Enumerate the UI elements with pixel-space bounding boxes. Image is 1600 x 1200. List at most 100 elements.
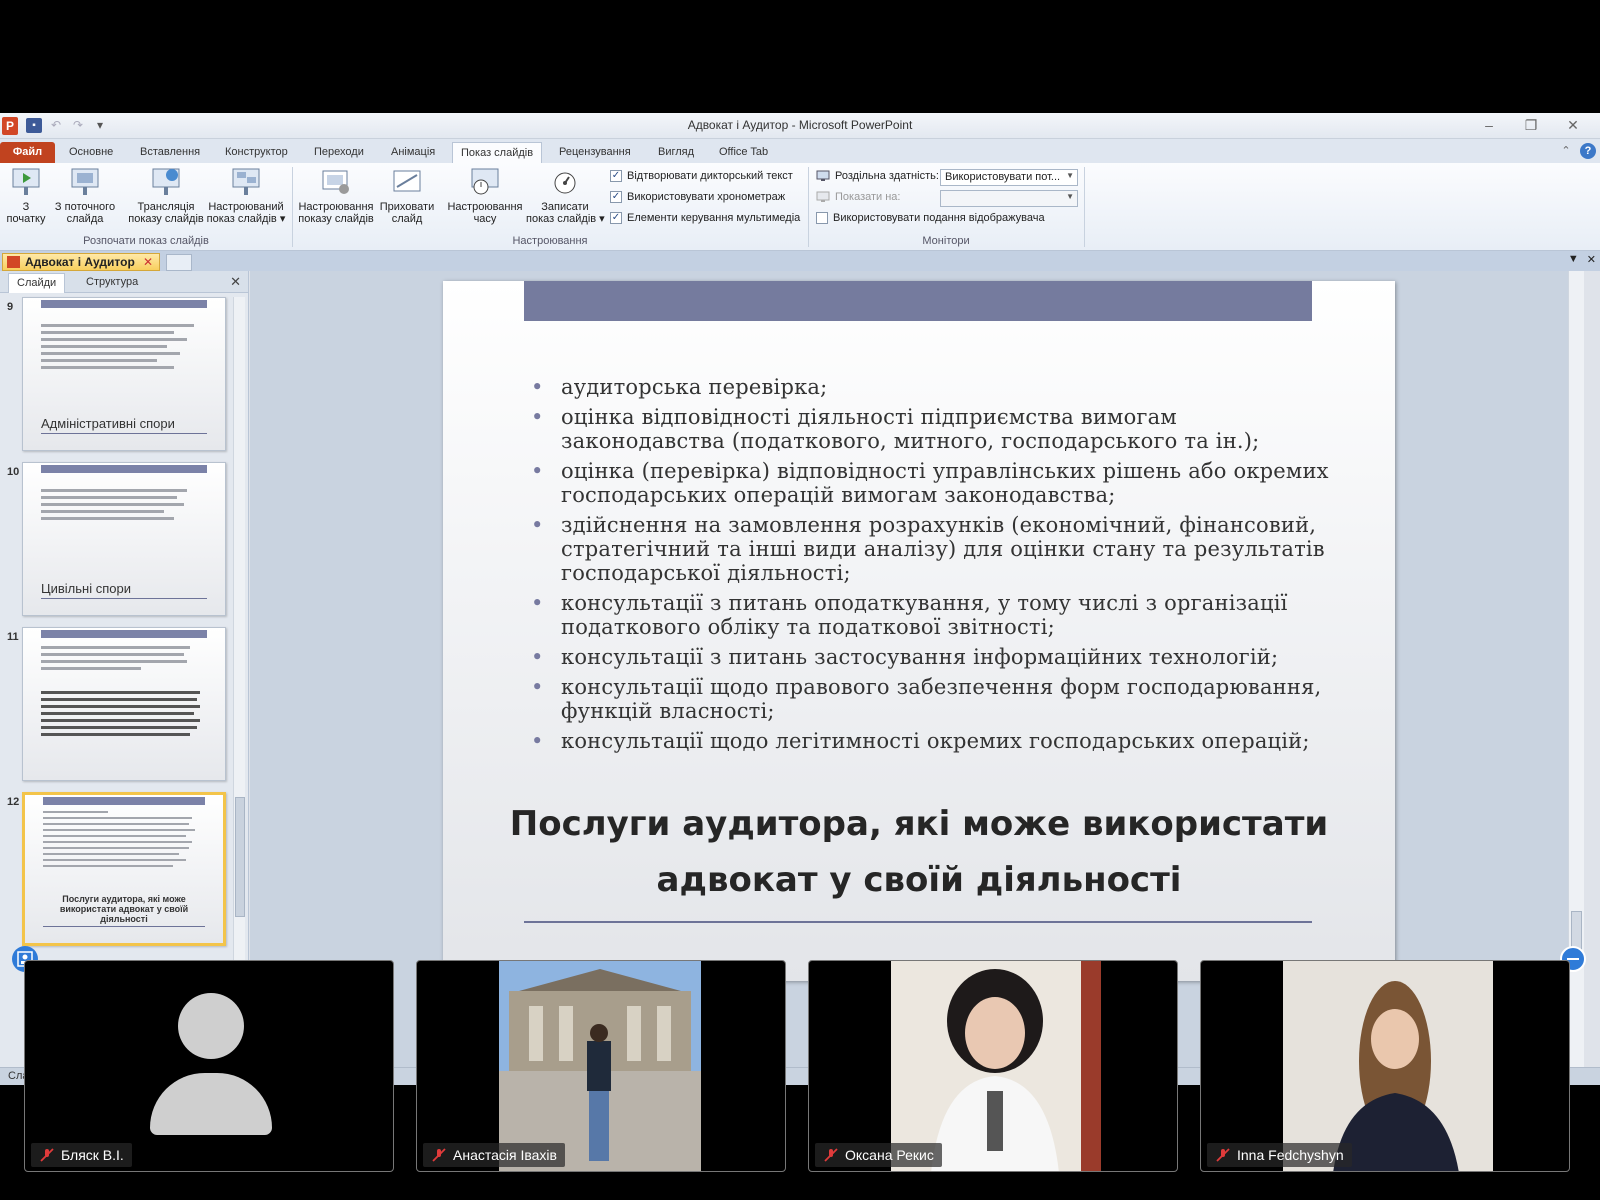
thumbnail-title: Цивільні спори [41, 581, 207, 599]
slide-thumbnail-selected[interactable]: Послуги аудитора, які може використати а… [22, 792, 226, 946]
window-title: Адвокат і Аудитор - Microsoft PowerPoint [687, 118, 913, 132]
monitor-icon [816, 191, 830, 202]
scrollbar-thumb[interactable] [1571, 911, 1582, 951]
slide-bullet: оцінка відповідності діяльності підприєм… [531, 405, 1331, 453]
document-tab-label: Адвокат і Аудитор [25, 255, 135, 269]
participant-name-badge: Анастасія Івахів [423, 1143, 565, 1167]
close-panel-icon[interactable]: ✕ [230, 274, 241, 290]
tab-design[interactable]: Конструктор [217, 142, 296, 163]
from-current-slide-button[interactable]: З поточного слайда [50, 167, 120, 225]
tab-slides[interactable]: Слайди [8, 273, 66, 293]
tab-home[interactable]: Основне [61, 142, 121, 163]
custom-show-icon [232, 168, 260, 195]
slide-bullet-list: аудиторська перевірка; оцінка відповідно… [531, 375, 1331, 759]
tab-office-tab[interactable]: Office Tab [711, 142, 776, 163]
custom-show-button[interactable]: Настроюваний показ слайдів ▾ [206, 167, 286, 225]
scrollbar-thumb[interactable] [235, 797, 245, 917]
document-tab[interactable]: Адвокат і Аудитор ✕ [2, 253, 160, 271]
resolution-select[interactable]: Використовувати пот... ▼ [940, 169, 1078, 186]
participant-video [499, 961, 701, 1171]
show-on-select[interactable]: ▼ [940, 190, 1078, 207]
video-tile[interactable]: Анастасія Івахів [416, 960, 786, 1172]
tab-insert[interactable]: Вставлення [132, 142, 208, 163]
tab-animations[interactable]: Анімація [383, 142, 443, 163]
media-controls-checkbox[interactable]: ✓ Елементи керування мультимедіа [610, 212, 800, 224]
panel-tabs: Слайди Структура ✕ [0, 271, 248, 293]
broadcast-label: Трансляція показу слайдів [128, 201, 204, 225]
close-tab-icon[interactable]: ✕ [143, 254, 153, 270]
help-icon[interactable]: ? [1580, 143, 1596, 159]
broadcast-button[interactable]: Трансляція показу слайдів [128, 167, 204, 225]
rehearse-timings-icon [471, 168, 499, 195]
slide-thumbnail[interactable]: Адміністративні спори [22, 297, 226, 451]
panel-scrollbar[interactable] [233, 297, 245, 1037]
muted-mic-icon [824, 1148, 838, 1162]
group-label-start: Розпочати показ слайдів [83, 235, 209, 247]
chevron-down-icon: ▼ [1066, 171, 1074, 180]
timings-label: Використовувати хронометраж [627, 191, 786, 203]
minimize-ribbon-icon[interactable]: ⌃ [1558, 143, 1574, 159]
presenter-view-label: Використовувати подання відображувача [833, 212, 1045, 224]
timings-checkbox[interactable]: ✓ Використовувати хронометраж [610, 191, 785, 203]
slide-bullet: аудиторська перевірка; [531, 375, 1331, 399]
tab-slide-show[interactable]: Показ слайдів [452, 142, 543, 163]
slide-editor: аудиторська перевірка; оцінка відповідно… [250, 271, 1584, 1067]
tab-transitions[interactable]: Переходи [306, 142, 372, 163]
record-show-button[interactable]: Записати показ слайдів ▾ [526, 167, 605, 225]
ribbon-tabs: Файл Основне Вставлення Конструктор Пере… [0, 139, 1600, 163]
document-tab-strip: Адвокат і Аудитор ✕ ▼ ✕ [0, 251, 1600, 271]
slide-bullet: консультації з питань оподаткування, у т… [531, 591, 1331, 639]
tab-view[interactable]: Вигляд [650, 142, 702, 163]
resolution-label: Роздільна здатність: [835, 170, 939, 182]
pptx-file-icon [7, 256, 20, 268]
slide-number: 12 [7, 796, 20, 808]
video-tile[interactable]: Бляск В.І. [24, 960, 394, 1172]
tab-file[interactable]: Файл [0, 142, 55, 163]
thumbnail-text-lines [41, 646, 207, 740]
video-tile[interactable]: Оксана Рекис [808, 960, 1178, 1172]
close-icon[interactable]: ✕ [1554, 115, 1592, 135]
checkbox-checked-icon: ✓ [610, 170, 622, 182]
restore-icon[interactable]: ❐ [1512, 115, 1550, 135]
setup-show-button[interactable]: Настроювання показу слайдів [296, 167, 376, 225]
thumbnail-text-lines [43, 811, 205, 871]
slide-thumbnail[interactable] [22, 627, 226, 781]
play-from-start-icon [12, 168, 40, 195]
rehearse-timings-button[interactable]: Настроювання часу [444, 167, 526, 225]
rehearse-timings-label: Настроювання часу [447, 201, 523, 225]
current-slide[interactable]: аудиторська перевірка; оцінка відповідно… [443, 281, 1395, 981]
show-on-label: Показати на: [835, 191, 901, 203]
narration-label: Відтворювати дикторський текст [627, 170, 793, 182]
setup-show-icon [322, 170, 349, 194]
chevron-down-icon: ▼ [1066, 192, 1074, 201]
from-start-label: З початку [6, 201, 46, 225]
resolution-label-row: Роздільна здатність: [816, 170, 939, 182]
monitor-icon [816, 170, 830, 181]
new-tab-button[interactable] [166, 254, 192, 271]
participant-video [891, 961, 1101, 1171]
slide-title: Послуги аудитора, які може використати а… [509, 804, 1329, 900]
muted-mic-icon [432, 1148, 446, 1162]
minimize-icon[interactable]: – [1470, 115, 1508, 135]
record-show-label: Записати показ слайдів ▾ [526, 201, 605, 225]
slide-thumbnail[interactable]: Цивільні спори [22, 462, 226, 616]
video-tile[interactable]: Inna Fedchyshyn [1200, 960, 1570, 1172]
thumbnail-header-bar [41, 300, 207, 308]
close-document-icon[interactable]: ✕ [1587, 253, 1596, 266]
avatar-placeholder-icon [178, 993, 244, 1059]
thumbnail-title: Адміністративні спори [41, 416, 207, 434]
title-underline [524, 921, 1312, 923]
presenter-view-checkbox[interactable]: Використовувати подання відображувача [816, 212, 1045, 224]
slide-bullet: консультації з питань застосування інфор… [531, 645, 1331, 669]
hide-slide-button[interactable]: Приховати слайд [378, 167, 436, 225]
narration-checkbox[interactable]: ✓ Відтворювати дикторський текст [610, 170, 793, 182]
from-start-button[interactable]: З початку [4, 167, 48, 225]
thumbnail-text-lines [41, 324, 207, 373]
resolution-value: Використовувати пот... [945, 171, 1061, 183]
tab-outline[interactable]: Структура [78, 273, 146, 293]
show-on-label-row: Показати на: [816, 191, 900, 203]
media-controls-label: Елементи керування мультимедіа [627, 212, 801, 224]
tab-review[interactable]: Рецензування [551, 142, 639, 163]
play-from-current-icon [71, 168, 99, 195]
tab-list-icon[interactable]: ▼ [1568, 253, 1579, 266]
